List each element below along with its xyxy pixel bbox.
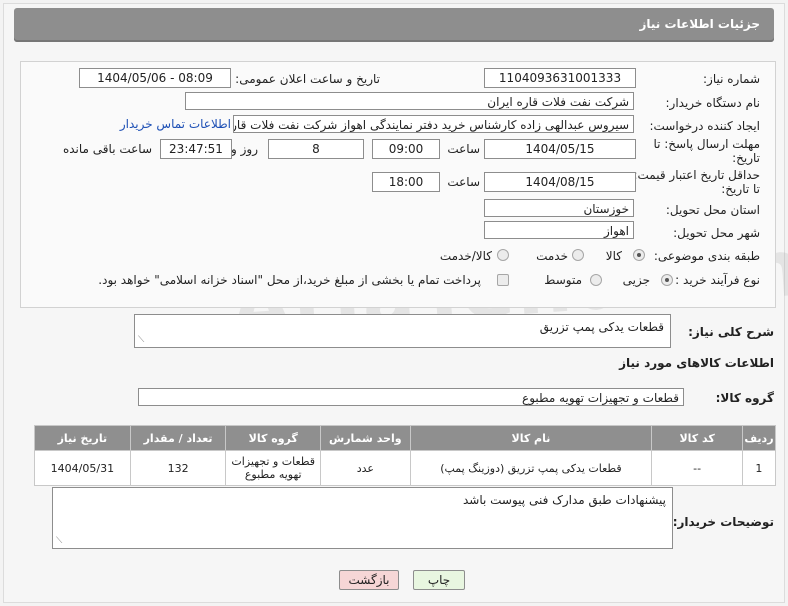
price-validity-label-2: تا تاریخ: [721,182,760,196]
col-unit: واحد شمارش [320,425,411,451]
description-text: قطعات یدکی پمپ تزریق [539,320,664,334]
price-validity-time-field: 18:00 [372,172,440,192]
deadline-time-field: 09:00 [372,139,440,159]
purchase-type-label: نوع فرآیند خرید : [675,273,760,287]
price-validity-label-1: حداقل تاریخ اعتبار قیمت: [633,168,760,182]
description-field: قطعات یدکی پمپ تزریق ⟋ [134,314,671,348]
table-header-row: ردیف کد کالا نام کالا واحد شمارش گروه کا… [34,425,777,451]
buyer-org-field: شرکت نفت فلات قاره ایران [185,92,634,110]
cell-group: قطعات و تجهیزات تهویه مطبوع [225,450,322,486]
category-service-radio[interactable] [572,249,584,261]
category-label: طبقه بندی موضوعی: [653,249,760,263]
announce-field: 1404/05/06 - 08:09 [79,68,231,88]
title-bar: جزئیات اطلاعات نیاز [14,8,774,42]
buyer-notes-label: توضیحات خریدار: [672,515,774,529]
col-item-code: کد کالا [651,425,743,451]
purchase-medium-label: متوسط [544,273,582,287]
city-field: اهواز [484,221,634,239]
category-service-label: خدمت [536,249,568,263]
remaining-time-field: 23:47:51 [160,139,232,159]
contact-info-link[interactable]: اطلاعات تماس خریدار [120,117,231,131]
cell-quantity: 132 [129,450,227,486]
purchase-partial-radio[interactable] [661,274,673,286]
buyer-org-label: نام دستگاه خریدار: [665,96,761,110]
requester-field: سیروس عبدالهی زاده کارشناس خرید دفتر نما… [233,115,634,133]
announce-label: تاریخ و ساعت اعلان عمومی: [235,72,380,86]
need-number-label: شماره نیاز: [703,72,760,86]
cell-need-date: 1404/05/31 [34,450,131,486]
need-number-field: 1104093631001333 [484,68,636,88]
treasury-payment-checkbox[interactable] [497,274,509,286]
cell-item-code: -- [651,450,743,486]
col-need-date: تاریخ نیاز [34,425,131,451]
col-item-name: نام کالا [409,425,653,451]
category-both-label: کالا/خدمت [439,249,492,263]
deadline-label-1: مهلت ارسال پاسخ: تا [653,137,760,151]
treasury-payment-note: پرداخت تمام یا بخشی از مبلغ خرید،از محل … [98,273,481,287]
price-validity-time-label: ساعت [447,175,480,189]
goods-group-label: گروه کالا: [715,391,774,405]
cell-row-number: 1 [741,450,777,486]
buyer-notes-field: پیشنهادات طبق مدارک فنی پیوست باشد ⟋ [52,487,673,549]
category-both-radio[interactable] [497,249,509,261]
goods-table: ردیف کد کالا نام کالا واحد شمارش گروه کا… [34,425,777,486]
goods-group-field: قطعات و تجهیزات تهویه مطبوع [138,388,684,406]
page-title: جزئیات اطلاعات نیاز [639,17,760,31]
purchase-partial-label: جزیی [622,273,650,287]
buyer-notes-text: پیشنهادات طبق مدارک فنی پیوست باشد [462,493,666,507]
city-label: شهر محل تحویل: [673,226,760,240]
days-label: روز و [231,142,258,156]
goods-info-title: اطلاعات کالاهای مورد نیاز [619,356,774,370]
col-quantity: تعداد / مقدار [129,425,227,451]
print-button[interactable]: چاپ [413,570,465,590]
col-group: گروه کالا [225,425,322,451]
remaining-label: ساعت باقی مانده [62,142,152,156]
cell-item-name: قطعات یدکی پمپ تزریق (دوزینگ پمپ) [409,450,653,486]
back-button[interactable]: بازگشت [339,570,399,590]
price-validity-date-field: 1404/08/15 [484,172,636,192]
deadline-label-2: تاریخ: [732,151,760,165]
resize-grip-icon[interactable]: ⟋ [56,537,62,546]
purchase-medium-radio[interactable] [590,274,602,286]
deadline-date-field: 1404/05/15 [484,139,636,159]
category-goods-label: کالا [605,249,622,263]
deadline-time-label: ساعت [447,142,480,156]
resize-grip-icon[interactable]: ⟋ [138,336,144,345]
requester-label: ایجاد کننده درخواست: [649,119,760,133]
cell-unit: عدد [320,450,411,486]
days-field: 8 [268,139,364,159]
province-label: استان محل تحویل: [665,203,760,217]
table-row: 1 -- قطعات یدکی پمپ تزریق (دوزینگ پمپ) ع… [34,450,777,486]
category-goods-radio[interactable] [633,249,645,261]
province-field: خوزستان [484,199,634,217]
col-row-number: ردیف [741,425,777,451]
description-label: شرح کلی نیاز: [688,325,774,339]
